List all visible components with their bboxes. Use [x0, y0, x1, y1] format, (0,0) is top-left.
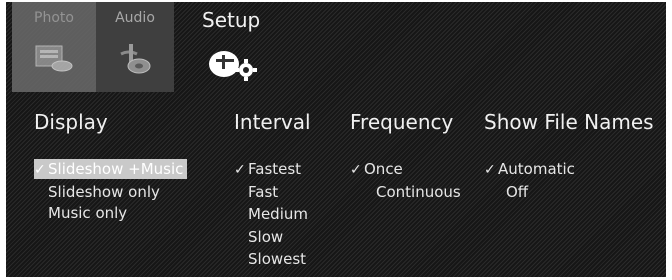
frequency-option-once[interactable]: ✓ Once [350, 159, 403, 179]
option-label: Medium [248, 205, 308, 223]
frequency-header: Frequency [350, 110, 454, 134]
option-label: Slowest [248, 250, 307, 268]
tab-setup-label: Setup [202, 8, 261, 32]
tab-audio[interactable]: Audio [96, 2, 174, 92]
option-label: Automatic [498, 160, 575, 178]
option-label: Fast [248, 183, 279, 201]
option-label: Fastest [248, 160, 302, 178]
interval-option-slow[interactable]: Slow [234, 227, 283, 247]
option-label: Continuous [376, 183, 461, 201]
checkmark-icon: ✓ [234, 162, 246, 178]
option-label: Off [506, 183, 529, 201]
display-option-music-only[interactable]: Music only [34, 203, 127, 223]
option-label: Music only [48, 204, 128, 222]
audio-icon [115, 40, 155, 80]
tab-photo[interactable]: Photo [12, 2, 96, 92]
option-label: Once [364, 160, 403, 178]
tab-setup[interactable]: Setup [188, 2, 278, 92]
frequency-option-continuous[interactable]: Continuous [350, 182, 461, 202]
interval-header: Interval [234, 110, 311, 134]
show-file-names-option-automatic[interactable]: ✓ Automatic [484, 159, 575, 179]
tab-photo-label: Photo [34, 10, 74, 26]
interval-option-medium[interactable]: Medium [234, 204, 308, 224]
interval-option-fast[interactable]: Fast [234, 182, 278, 202]
setup-icon [206, 42, 258, 86]
tab-audio-label: Audio [115, 10, 155, 26]
photo-icon [34, 40, 74, 78]
checkmark-icon: ✓ [350, 162, 362, 178]
interval-option-fastest[interactable]: ✓ Fastest [234, 159, 301, 179]
show-file-names-header: Show File Names [484, 110, 654, 134]
checkmark-icon: ✓ [484, 162, 496, 178]
display-header: Display [34, 110, 108, 134]
display-option-slideshow-only[interactable]: Slideshow only [34, 182, 160, 202]
option-label: Slideshow +Music [48, 160, 184, 178]
setup-screen: Photo Audio Setup Display ✓ Slideshow +M… [6, 2, 666, 277]
interval-option-slowest[interactable]: Slowest [234, 249, 306, 269]
display-option-slideshow-music[interactable]: ✓ Slideshow +Music [34, 159, 188, 179]
show-file-names-option-off[interactable]: Off [484, 182, 528, 202]
option-label: Slideshow only [48, 183, 160, 201]
checkmark-icon: ✓ [34, 162, 46, 178]
option-label: Slow [248, 228, 284, 246]
